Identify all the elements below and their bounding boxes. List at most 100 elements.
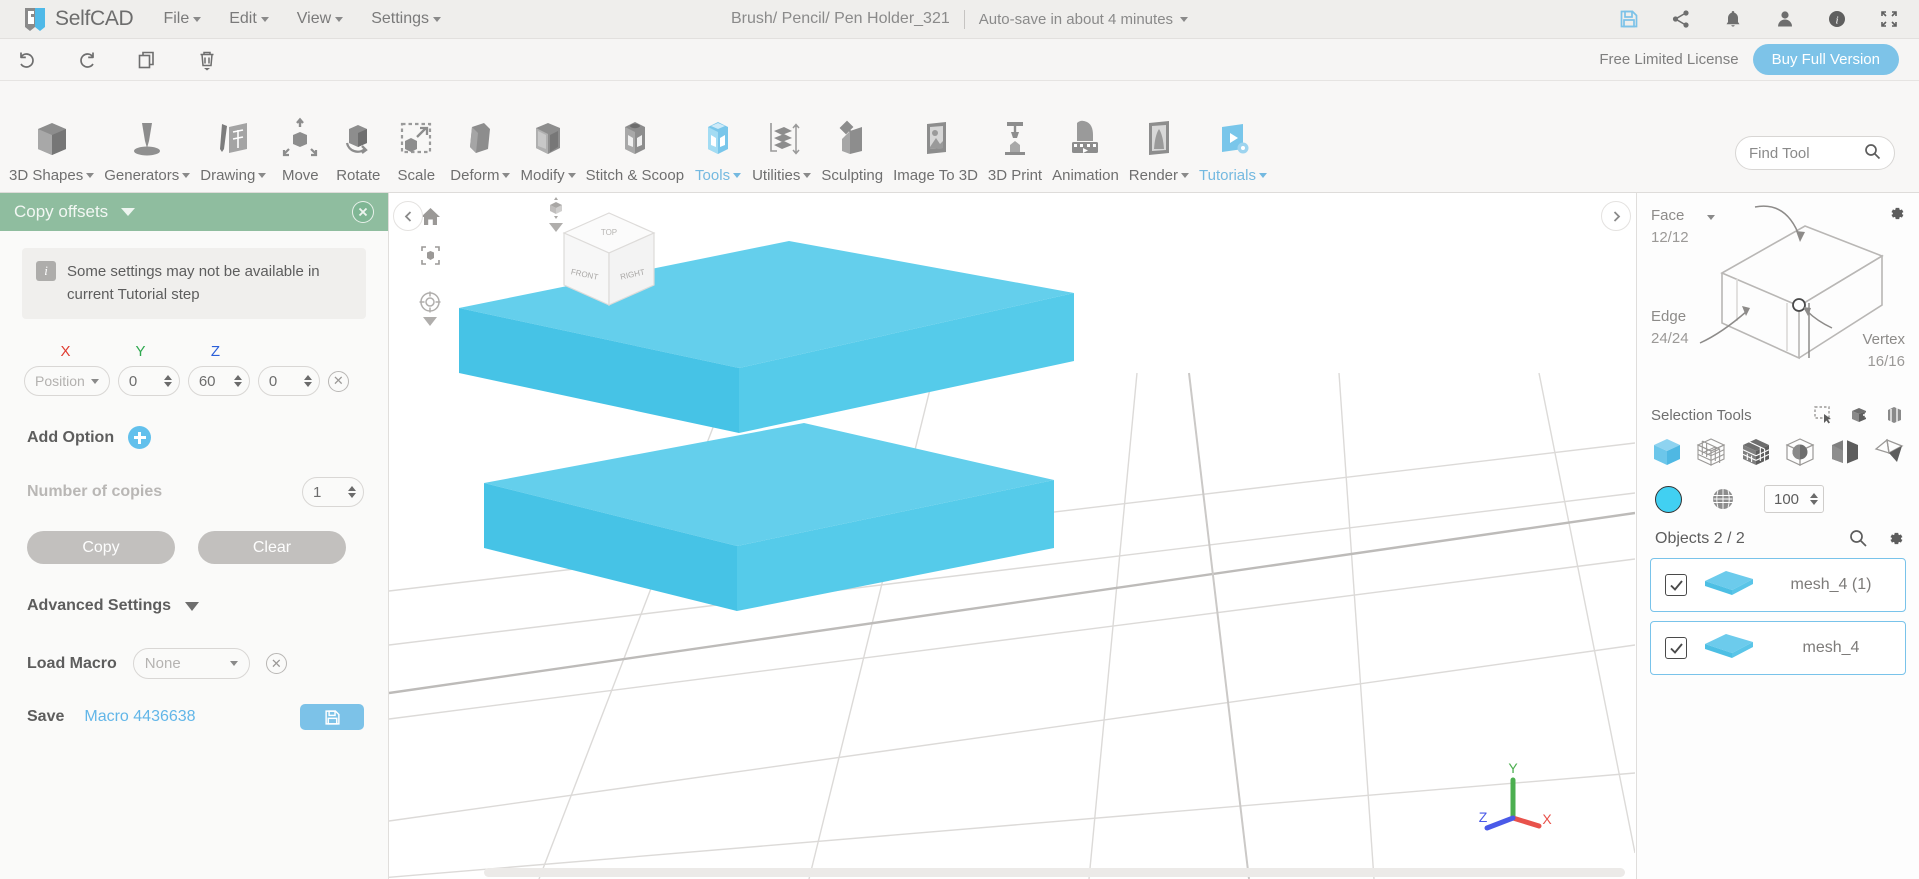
stitch-scoop-icon	[611, 111, 659, 167]
vertex-select-icon[interactable]	[1694, 435, 1728, 469]
texture-sphere-icon[interactable]	[1710, 486, 1736, 512]
fullscreen-icon[interactable]	[1877, 7, 1901, 31]
user-account-icon[interactable]	[1773, 7, 1797, 31]
opacity-input[interactable]: 100	[1764, 485, 1824, 513]
menu-view[interactable]: View	[297, 10, 344, 28]
load-macro-select[interactable]: None	[132, 648, 250, 679]
material-row: 100	[1637, 469, 1919, 513]
redo-icon[interactable]	[72, 45, 102, 75]
offset-y-input[interactable]: 60	[187, 366, 250, 396]
floppy-save-icon[interactable]	[300, 704, 364, 730]
selfcad-application: SelfCAD File Edit View Settings Brush/ P…	[0, 0, 1919, 879]
chevron-down-icon	[733, 173, 742, 178]
axis-label-y: Y	[1508, 760, 1518, 776]
menu-edit[interactable]: Edit	[229, 10, 269, 28]
ribbon-label: Stitch & Scoop	[585, 167, 685, 184]
ribbon-3d-print[interactable]: 3D Print	[983, 111, 1047, 189]
orbit-icon[interactable]	[415, 287, 445, 317]
ribbon-move[interactable]: Move	[271, 111, 329, 189]
ribbon-generators[interactable]: Generators	[99, 111, 195, 189]
ribbon-rotate[interactable]: Rotate	[329, 111, 387, 189]
chevron-down-icon	[433, 16, 441, 22]
object-checkbox[interactable]	[1665, 637, 1687, 659]
modify-cube-icon	[524, 111, 572, 167]
menu-file[interactable]: File	[163, 10, 202, 28]
buy-full-version-button[interactable]: Buy Full Version	[1752, 44, 1899, 75]
share-icon[interactable]	[1669, 7, 1693, 31]
delete-icon[interactable]	[192, 45, 222, 75]
horizontal-scrollbar[interactable]	[484, 868, 1625, 877]
app-logo[interactable]: SelfCAD	[22, 6, 134, 33]
clear-button[interactable]: Clear	[198, 531, 346, 564]
top-menu-bar: SelfCAD File Edit View Settings Brush/ P…	[0, 0, 1919, 39]
add-option-row[interactable]: Add Option	[27, 426, 388, 449]
ribbon-render[interactable]: Render	[1124, 111, 1194, 189]
collapse-right-panel-button[interactable]	[1601, 201, 1631, 231]
ribbon-sculpting[interactable]: Sculpting	[816, 111, 888, 189]
3d-viewport[interactable]: TOP FRONT RIGHT Y X Z	[389, 193, 1635, 879]
transform-mode-select[interactable]: Position	[24, 366, 110, 396]
offset-x-input[interactable]: 0	[117, 366, 180, 396]
polygon-select-icon[interactable]	[1872, 435, 1906, 469]
ribbon-scale[interactable]: Scale	[387, 111, 445, 189]
ribbon-deform[interactable]: Deform	[445, 111, 515, 189]
info-icon[interactable]: i	[1825, 7, 1849, 31]
offset-y-stepper[interactable]	[233, 375, 242, 387]
ribbon-utilities[interactable]: Utilities	[747, 111, 816, 189]
macro-name-link[interactable]: Macro 4436638	[84, 708, 195, 726]
clear-macro-icon[interactable]: ✕	[265, 653, 287, 674]
ribbon-stitch-scoop[interactable]: Stitch & Scoop	[581, 111, 689, 189]
save-icon[interactable]	[1617, 7, 1641, 31]
sphere-select-icon[interactable]	[1783, 435, 1817, 469]
advanced-settings-toggle[interactable]: Advanced Settings	[27, 597, 388, 615]
ribbon-tutorials[interactable]: Tutorials	[1194, 111, 1272, 189]
fit-to-view-icon[interactable]	[415, 240, 445, 270]
duplicate-icon[interactable]	[132, 45, 162, 75]
chevron-down-icon	[803, 173, 812, 178]
panel-title: Copy offsets	[14, 202, 109, 221]
ribbon-modify[interactable]: Modify	[515, 111, 580, 189]
slab-thumb-icon	[1702, 568, 1756, 603]
offset-z-input[interactable]: 0	[257, 366, 320, 396]
notice-text: Some settings may not be available in cu…	[67, 263, 320, 303]
object-select-icon[interactable]	[1650, 435, 1684, 469]
remove-offset-icon[interactable]: ✕	[327, 370, 349, 392]
offset-x-stepper[interactable]	[163, 375, 172, 387]
color-swatch[interactable]	[1655, 485, 1682, 513]
perspective-cube-icon[interactable]	[541, 193, 571, 223]
find-tool-search[interactable]: Find Tool	[1735, 136, 1895, 170]
object-name: mesh_4 (1)	[1790, 576, 1872, 593]
autosave-status[interactable]: Auto-save in about 4 minutes	[979, 11, 1189, 28]
list-item[interactable]: mesh_4 (1)	[1650, 558, 1906, 612]
offset-z-stepper[interactable]	[303, 375, 312, 387]
panel-title-wrap[interactable]: Copy offsets	[14, 202, 136, 222]
object-checkbox[interactable]	[1665, 574, 1687, 596]
half-select-icon[interactable]	[1828, 435, 1862, 469]
chevron-down-icon[interactable]	[423, 317, 437, 343]
menu-settings[interactable]: Settings	[371, 10, 441, 28]
plus-circle-icon[interactable]	[128, 426, 152, 449]
list-item[interactable]: mesh_4	[1650, 621, 1906, 675]
close-circle-icon[interactable]	[352, 201, 374, 223]
ribbon-tools[interactable]: Tools	[689, 111, 747, 189]
collapse-left-panel-button[interactable]	[393, 201, 423, 231]
face-select-icon[interactable]	[1739, 435, 1773, 469]
ribbon-animation[interactable]: Animation	[1047, 111, 1124, 189]
notifications-bell-icon[interactable]	[1721, 7, 1745, 31]
ribbon-image-to-3d[interactable]: Image To 3D	[888, 111, 983, 189]
axis-label-x: X	[1542, 811, 1552, 827]
copies-input[interactable]: 1	[302, 477, 364, 507]
search-icon[interactable]	[1849, 529, 1868, 548]
chevron-down-icon[interactable]	[549, 223, 563, 249]
document-title[interactable]: Brush/ Pencil/ Pen Holder_321	[731, 10, 950, 28]
ribbon-3d-shapes[interactable]: 3D Shapes	[4, 111, 99, 189]
image-to-3d-icon	[912, 111, 960, 167]
settings-gear-icon[interactable]	[1886, 529, 1905, 548]
opacity-stepper[interactable]	[1810, 493, 1818, 505]
copies-stepper[interactable]	[348, 486, 356, 498]
undo-icon[interactable]	[12, 45, 42, 75]
render-icon	[1135, 111, 1183, 167]
ribbon-drawing[interactable]: Drawing	[195, 111, 271, 189]
search-icon[interactable]	[1864, 143, 1881, 164]
copy-button[interactable]: Copy	[27, 531, 175, 564]
